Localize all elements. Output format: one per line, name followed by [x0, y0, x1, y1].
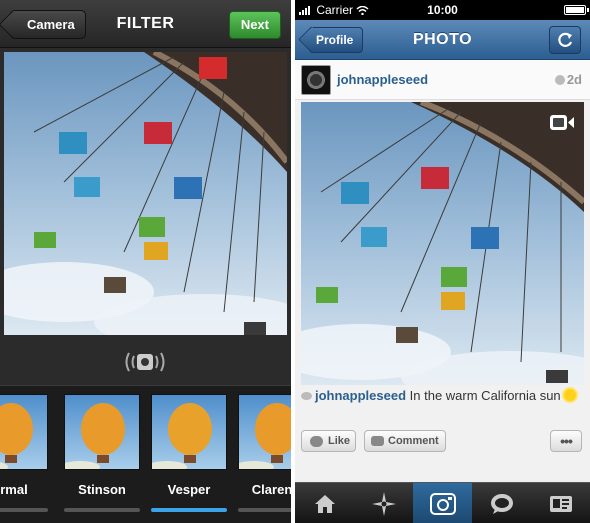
post-caption: johnappleseed In the warm California sun: [301, 388, 586, 403]
battery-icon: [564, 5, 589, 15]
filter-indicator: [238, 508, 291, 512]
balloon-thumbnail: [65, 403, 125, 469]
clock-icon: [554, 75, 565, 85]
filter-label: Vesper: [167, 482, 211, 497]
filter-thumbnail: [151, 394, 227, 470]
video-icon: [550, 115, 574, 130]
filter-indicator-active: [151, 508, 227, 512]
more-options-button[interactable]: •••: [550, 430, 582, 452]
balloon-thumbnail: [152, 403, 212, 469]
filter-normal[interactable]: ormal: [0, 394, 48, 516]
photo-screen: Carrier 10:00 Profile PHOTO johnapplesee…: [295, 0, 590, 523]
post-username[interactable]: johnappleseed: [337, 72, 428, 87]
balloon-thumbnail: [239, 403, 291, 469]
tab-home[interactable]: [295, 483, 354, 523]
comment-button[interactable]: Comment: [364, 430, 446, 452]
filter-thumbnail: [238, 394, 291, 470]
profile-icon: [549, 495, 572, 512]
filter-preview-photo: [4, 52, 287, 335]
news-icon: [490, 493, 513, 514]
filter-indicator: [64, 508, 140, 512]
like-label: Like: [328, 435, 351, 447]
filter-label: Stinson: [78, 482, 126, 497]
post-age: 2d: [554, 72, 582, 87]
post-header: johnappleseed 2d: [295, 60, 590, 100]
comment-label: Comment: [388, 435, 439, 447]
filter-strip: ormal Stinson Vesper Clarend: [0, 385, 291, 523]
filter-clarendon[interactable]: Clarend: [238, 394, 291, 516]
explore-icon: [371, 491, 396, 516]
filter-indicator: [0, 508, 48, 512]
heart-icon: [310, 436, 323, 447]
swing-ride-image: [4, 52, 287, 335]
tilt-shift-icon[interactable]: [123, 349, 167, 375]
caption-text: In the warm California sun: [409, 388, 561, 403]
post-photo[interactable]: [301, 102, 584, 385]
filter-thumbnail: [64, 394, 140, 470]
comment-icon: [371, 436, 384, 446]
tab-profile[interactable]: [531, 483, 590, 523]
camera-icon: [429, 492, 456, 515]
status-bar: Carrier 10:00: [295, 0, 590, 20]
photo-title: PHOTO: [412, 31, 473, 48]
next-button[interactable]: Next: [228, 11, 281, 39]
tab-explore[interactable]: [354, 483, 413, 523]
home-icon: [314, 494, 335, 513]
comment-bubble-icon: [301, 392, 312, 400]
swing-ride-image: [301, 102, 584, 385]
filter-vesper[interactable]: Vesper: [151, 394, 227, 516]
tab-news[interactable]: [472, 483, 531, 523]
refresh-button[interactable]: [549, 26, 581, 54]
sun-emoji-icon: [563, 389, 576, 401]
avatar[interactable]: [301, 65, 331, 95]
tab-camera[interactable]: [413, 483, 472, 523]
post-age-label: 2d: [566, 72, 582, 87]
like-button[interactable]: Like: [301, 430, 356, 452]
balloon-thumbnail: [0, 403, 33, 469]
status-time: 10:00: [427, 3, 458, 17]
filter-stinson[interactable]: Stinson: [64, 394, 140, 516]
caption-username[interactable]: johnappleseed: [315, 388, 406, 403]
filter-screen: Camera FILTER Next rmal Stinson Vesper C…: [0, 0, 291, 523]
tab-bar: [295, 482, 590, 523]
filter-label: ormal: [0, 482, 28, 497]
filter-thumbnail: [0, 394, 48, 470]
filter-label: Clarend: [251, 482, 291, 497]
filter-navbar: Camera FILTER Next: [0, 0, 291, 48]
refresh-icon: [558, 32, 573, 47]
